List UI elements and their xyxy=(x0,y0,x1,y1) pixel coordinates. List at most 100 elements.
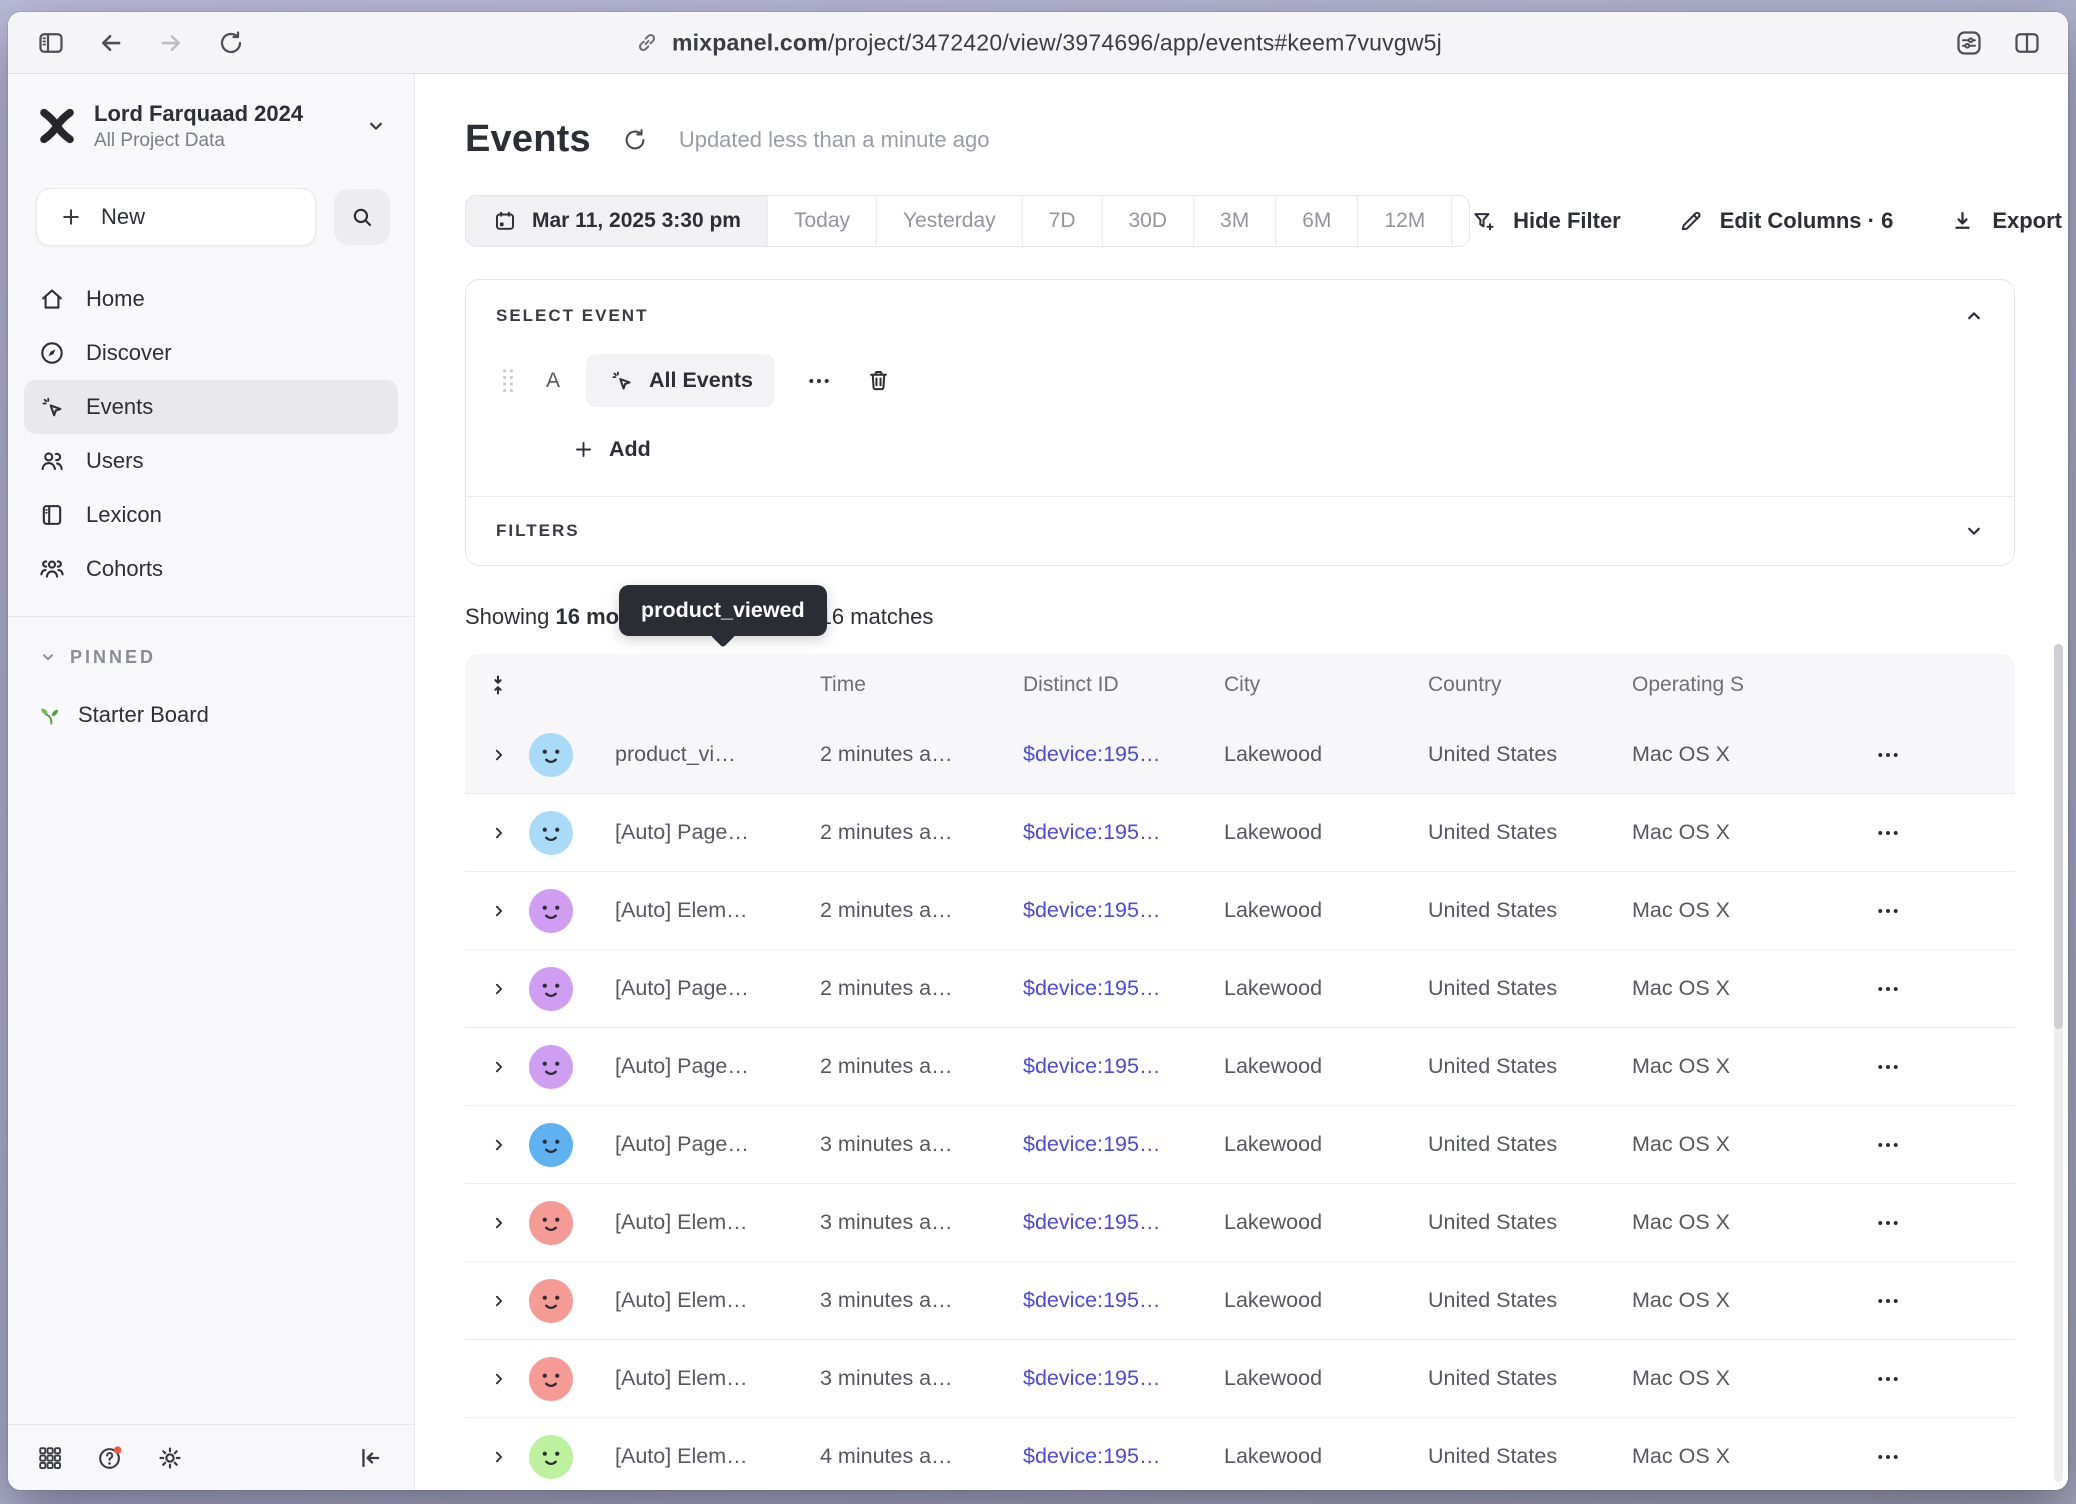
cell-distinct-id[interactable]: $device:195… xyxy=(1023,1054,1224,1079)
sidebar-item-home[interactable]: Home xyxy=(24,272,398,326)
scrollbar-thumb[interactable] xyxy=(2054,644,2063,1029)
project-switcher[interactable]: Lord Farquaad 2024 All Project Data xyxy=(8,100,414,152)
row-more-icon[interactable] xyxy=(1874,1209,1902,1237)
row-more-icon[interactable] xyxy=(1874,741,1902,769)
cell-distinct-id[interactable]: $device:195… xyxy=(1023,820,1224,845)
cell-distinct-id[interactable]: $device:195… xyxy=(1023,976,1224,1001)
row-expander-icon[interactable] xyxy=(489,1135,509,1155)
search-button[interactable] xyxy=(334,189,390,245)
date-segment-6m[interactable]: 6M xyxy=(1276,196,1358,246)
browser-window-controls xyxy=(1954,28,2068,58)
cohorts-icon xyxy=(38,555,66,583)
hide-filter-button[interactable]: Hide Filter xyxy=(1470,208,1621,235)
more-options-icon[interactable] xyxy=(805,367,833,395)
row-more-icon[interactable] xyxy=(1874,819,1902,847)
row-more-icon[interactable] xyxy=(1874,1365,1902,1393)
row-expander-icon[interactable] xyxy=(489,979,509,999)
date-segment-today[interactable]: Today xyxy=(768,196,877,246)
cell-distinct-id[interactable]: $device:195… xyxy=(1023,742,1224,767)
row-more-icon[interactable] xyxy=(1874,1053,1902,1081)
date-segment-12m[interactable]: 12M xyxy=(1358,196,1452,246)
date-segment-30d[interactable]: 30D xyxy=(1103,196,1195,246)
table-row[interactable]: [Auto] Page… 3 minutes a… $device:195… L… xyxy=(465,1106,2015,1184)
table-row[interactable]: [Auto] Elem… 3 minutes a… $device:195… L… xyxy=(465,1184,2015,1262)
forward-icon[interactable] xyxy=(156,28,186,58)
row-more-icon[interactable] xyxy=(1874,1287,1902,1315)
chevron-up-icon[interactable] xyxy=(1962,304,1986,328)
gear-icon[interactable] xyxy=(156,1444,184,1472)
date-segment-xtd[interactable]: XTD xyxy=(1452,196,1470,246)
row-expander-icon[interactable] xyxy=(489,1369,509,1389)
page-settings-icon[interactable] xyxy=(1954,28,1984,58)
cell-os: Mac OS X xyxy=(1632,1210,1852,1235)
cell-distinct-id[interactable]: $device:195… xyxy=(1023,1132,1224,1157)
sidebar-toggle-icon[interactable] xyxy=(36,28,66,58)
column-header-country[interactable]: Country xyxy=(1428,673,1632,697)
column-header-distinct-id[interactable]: Distinct ID xyxy=(1023,673,1224,697)
back-icon[interactable] xyxy=(96,28,126,58)
new-button[interactable]: New xyxy=(36,188,316,246)
table-row[interactable]: [Auto] Page… 2 minutes a… $device:195… L… xyxy=(465,794,2015,872)
drag-handle[interactable] xyxy=(496,366,520,396)
row-expander-icon[interactable] xyxy=(489,1447,509,1467)
column-header-os[interactable]: Operating S xyxy=(1632,673,1852,697)
table-row[interactable]: [Auto] Elem… 4 minutes a… $device:195… L… xyxy=(465,1418,2015,1490)
sidebar-item-events[interactable]: Events xyxy=(24,380,398,434)
apps-grid-icon[interactable] xyxy=(36,1444,64,1472)
date-segment-7d[interactable]: 7D xyxy=(1023,196,1103,246)
sidebar-item-cohorts[interactable]: Cohorts xyxy=(24,542,398,596)
row-more-icon[interactable] xyxy=(1874,975,1902,1003)
sidebar-item-starter-board[interactable]: Starter Board xyxy=(8,668,414,728)
cell-distinct-id[interactable]: $device:195… xyxy=(1023,1210,1224,1235)
table-row[interactable]: [Auto] Elem… 2 minutes a… $device:195… L… xyxy=(465,872,2015,950)
add-event-button[interactable]: Add xyxy=(572,437,1984,462)
sidebar-item-lexicon[interactable]: Lexicon xyxy=(24,488,398,542)
select-event-section: SELECT EVENT A All Events xyxy=(466,280,2014,496)
date-segment-mar-11-2025-3-30-pm[interactable]: Mar 11, 2025 3:30 pm xyxy=(466,196,768,246)
edit-columns-button[interactable]: Edit Columns · 6 xyxy=(1677,208,1894,235)
date-range-control: Mar 11, 2025 3:30 pm Today Yesterday 7D … xyxy=(465,195,1470,247)
date-segment-3m[interactable]: 3M xyxy=(1194,196,1276,246)
collapse-sidebar-icon[interactable] xyxy=(356,1444,384,1472)
cell-os: Mac OS X xyxy=(1632,1288,1852,1313)
cell-country: United States xyxy=(1428,1054,1632,1079)
cell-country: United States xyxy=(1428,898,1632,923)
cell-distinct-id[interactable]: $device:195… xyxy=(1023,1288,1224,1313)
export-button[interactable]: Export xyxy=(1949,208,2062,235)
row-expander-icon[interactable] xyxy=(489,745,509,765)
sidebar-item-discover[interactable]: Discover xyxy=(24,326,398,380)
row-more-icon[interactable] xyxy=(1874,1443,1902,1471)
event-selector[interactable]: All Events xyxy=(586,354,775,407)
row-expander-icon[interactable] xyxy=(489,823,509,843)
help-icon[interactable] xyxy=(96,1444,124,1472)
chevron-down-icon[interactable] xyxy=(1962,519,1986,543)
table-row[interactable]: product_vi… 2 minutes a… $device:195… La… xyxy=(465,716,2015,794)
table-row[interactable]: [Auto] Elem… 3 minutes a… $device:195… L… xyxy=(465,1262,2015,1340)
refresh-icon[interactable] xyxy=(621,126,649,154)
sidebar-item-users[interactable]: Users xyxy=(24,434,398,488)
cell-distinct-id[interactable]: $device:195… xyxy=(1023,1444,1224,1469)
table-row[interactable]: [Auto] Page… 2 minutes a… $device:195… L… xyxy=(465,950,2015,1028)
reload-icon[interactable] xyxy=(216,28,246,58)
row-expander-icon[interactable] xyxy=(489,1291,509,1311)
column-header-city[interactable]: City xyxy=(1224,673,1428,697)
expand-collapse-all-icon[interactable] xyxy=(485,672,511,698)
cell-city: Lakewood xyxy=(1224,1288,1428,1313)
cell-event: [Auto] Elem… xyxy=(615,1210,820,1235)
row-expander-icon[interactable] xyxy=(489,901,509,921)
vertical-scrollbar[interactable] xyxy=(2054,644,2063,1482)
table-row[interactable]: [Auto] Elem… 3 minutes a… $device:195… L… xyxy=(465,1340,2015,1418)
table-row[interactable]: [Auto] Page… 2 minutes a… $device:195… L… xyxy=(465,1028,2015,1106)
date-segment-yesterday[interactable]: Yesterday xyxy=(877,196,1023,246)
trash-icon[interactable] xyxy=(865,367,892,394)
row-expander-icon[interactable] xyxy=(489,1057,509,1077)
cell-distinct-id[interactable]: $device:195… xyxy=(1023,1366,1224,1391)
address-bar[interactable]: mixpanel.com/project/3472420/view/397469… xyxy=(634,29,1442,56)
column-header-time[interactable]: Time xyxy=(820,673,1023,697)
row-expander-icon[interactable] xyxy=(489,1213,509,1233)
cell-distinct-id[interactable]: $device:195… xyxy=(1023,898,1224,923)
row-more-icon[interactable] xyxy=(1874,897,1902,925)
split-view-icon[interactable] xyxy=(2012,28,2042,58)
row-more-icon[interactable] xyxy=(1874,1131,1902,1159)
pinned-section-header[interactable]: PINNED xyxy=(8,617,414,668)
